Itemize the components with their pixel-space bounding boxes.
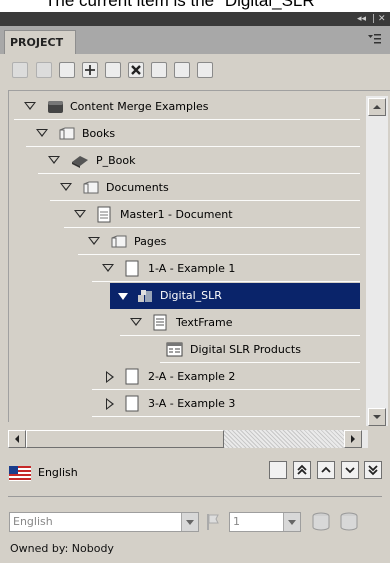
expand-icon[interactable]	[106, 371, 114, 383]
double-chevron-down-icon	[368, 465, 378, 476]
page-button[interactable]	[151, 62, 167, 78]
tree-row-textframe[interactable]: TextFrame	[120, 310, 360, 336]
chevron-down-icon[interactable]	[283, 513, 300, 531]
tree-row-digital-slr-products[interactable]: Digital SLR Products	[160, 337, 360, 363]
tree-row-documents[interactable]: Documents	[50, 175, 360, 201]
scroll-right-button[interactable]	[344, 430, 362, 448]
database-icon[interactable]	[310, 512, 332, 532]
close-icon[interactable]: ✕	[378, 12, 386, 26]
refresh-button[interactable]	[197, 62, 213, 78]
expand-icon[interactable]	[102, 264, 114, 272]
page-icon	[125, 395, 139, 412]
delete-icon	[131, 65, 141, 75]
page-icon	[125, 368, 139, 385]
expand-icon[interactable]	[74, 210, 86, 218]
panel-window-bar: ◂◂ | ✕	[0, 12, 390, 26]
chevron-down-icon	[345, 467, 355, 474]
new-item-button[interactable]	[12, 62, 28, 78]
tree-row-digital-slr[interactable]: Digital_SLR	[110, 283, 360, 309]
save-button[interactable]	[36, 62, 52, 78]
tree-row-master1-document[interactable]: Master1 - Document	[64, 202, 360, 228]
scroll-left-button[interactable]	[8, 430, 26, 448]
duplicate-button[interactable]	[105, 62, 121, 78]
arrow-right-icon	[351, 435, 355, 443]
navigate-tree-button[interactable]	[269, 461, 287, 479]
expand-icon[interactable]	[130, 318, 142, 326]
vertical-scrollbar[interactable]	[366, 96, 388, 426]
caption-text: The current item is the "Digital_SLR"	[45, 0, 321, 10]
plus-icon	[85, 65, 95, 75]
tree-row-1-a-example-1[interactable]: 1-A - Example 1	[92, 256, 360, 282]
chevron-up-icon	[321, 466, 331, 473]
last-item-button[interactable]	[364, 461, 382, 479]
expand-icon[interactable]	[36, 129, 48, 137]
database-icon[interactable]	[338, 512, 360, 532]
divider	[8, 496, 382, 497]
collapse-icon[interactable]: ◂◂	[357, 12, 366, 26]
scroll-track	[224, 430, 344, 448]
expand-icon[interactable]	[60, 183, 72, 191]
expand-icon[interactable]	[118, 293, 128, 300]
tree-row-3-a-example-3[interactable]: 3-A - Example 3	[92, 391, 360, 417]
horizontal-scroll-thumb[interactable]	[26, 430, 224, 448]
tree-row-pages[interactable]: Pages	[78, 229, 360, 255]
first-item-button[interactable]	[293, 461, 311, 479]
chevron-down-icon[interactable]	[181, 513, 198, 531]
content-item-icon	[138, 290, 152, 302]
language-label: English	[38, 466, 78, 479]
arrow-up-icon	[373, 105, 381, 109]
folder-icon	[83, 181, 99, 194]
arrow-left-icon	[15, 435, 19, 443]
flag-icon[interactable]	[205, 512, 221, 532]
delete-button[interactable]	[128, 62, 144, 78]
divider: |	[372, 14, 376, 24]
tree-row-p-book[interactable]: P_Book	[38, 148, 360, 174]
document-icon	[97, 206, 111, 223]
expand-icon[interactable]	[88, 237, 100, 245]
expand-icon[interactable]	[24, 102, 36, 110]
book-dark-icon	[48, 101, 63, 113]
preview-button[interactable]	[174, 62, 190, 78]
page-icon	[125, 260, 139, 277]
next-item-button[interactable]	[341, 461, 359, 479]
tab-project[interactable]: PROJECT	[4, 30, 76, 54]
number-select[interactable]: 1	[229, 512, 301, 532]
previous-item-button[interactable]	[317, 461, 335, 479]
table-icon	[166, 342, 183, 357]
properties-button[interactable]	[59, 62, 75, 78]
owner-status-text: Owned by: Nobody	[10, 542, 114, 555]
scroll-up-button[interactable]	[368, 98, 386, 116]
expand-icon[interactable]	[48, 156, 60, 164]
expand-icon[interactable]	[106, 398, 114, 410]
folder-icon	[111, 235, 127, 248]
us-flag-icon	[9, 466, 31, 481]
text-frame-icon	[153, 314, 167, 331]
tree-row-books[interactable]: Books	[26, 121, 360, 147]
scroll-down-button[interactable]	[368, 408, 386, 426]
book-icon	[72, 156, 88, 168]
tree-row-content-merge-examples[interactable]: Content Merge Examples	[14, 94, 360, 120]
tree-row-2-a-example-2[interactable]: 2-A - Example 2	[92, 364, 360, 390]
add-button[interactable]	[82, 62, 98, 78]
double-chevron-up-icon	[297, 464, 307, 475]
arrow-down-icon	[373, 415, 381, 419]
panel-menu-icon[interactable]	[368, 32, 382, 46]
folder-icon	[59, 127, 75, 140]
language-select[interactable]: English	[9, 512, 199, 532]
